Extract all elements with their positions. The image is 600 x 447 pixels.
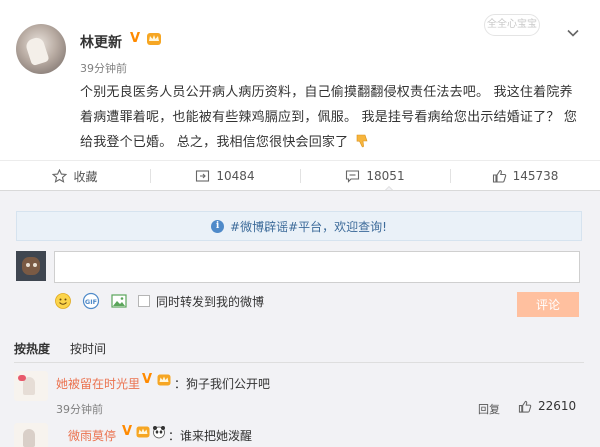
repost-button[interactable]: 10484 xyxy=(150,161,300,191)
post-text: 个别无良医务人员公开病人病历资料，自己偷摸翻翻侵权责任法去吧。 我这住着院养着病… xyxy=(80,80,580,155)
panda-badge-icon xyxy=(153,426,165,439)
gif-icon[interactable]: GIF xyxy=(82,292,100,310)
comment-text: ：狗子我们公开吧 xyxy=(174,377,271,391)
divider xyxy=(14,362,584,363)
thumbs-down-emoji-icon xyxy=(356,134,368,148)
reply-button[interactable]: 回复 xyxy=(478,401,500,417)
comment-like-button[interactable]: 22610 xyxy=(518,399,576,413)
comment-like-count: 22610 xyxy=(538,399,577,413)
commenter-avatar[interactable] xyxy=(14,423,48,447)
chevron-down-icon[interactable] xyxy=(566,26,580,40)
sort-by-time-tab[interactable]: 按时间 xyxy=(70,340,106,357)
comment-button[interactable]: 18051 xyxy=(300,161,450,191)
post-action-bar: 收藏 10484 18051 145738 xyxy=(0,160,600,192)
forward-checkbox[interactable] xyxy=(138,295,150,307)
post-username[interactable]: 林更新 xyxy=(80,32,122,52)
repost-count: 10484 xyxy=(216,169,255,183)
my-avatar xyxy=(16,251,46,281)
thumbs-up-icon xyxy=(518,400,532,413)
notice-text: #微博辟谣#平台，欢迎查询! xyxy=(230,219,387,234)
comment-icon xyxy=(346,170,360,183)
weibo-post: 林更新 V 39分钟前 全全心宝宝 个别无良医务人员公开病人病历资料，自己偷摸翻… xyxy=(0,0,600,160)
repost-icon xyxy=(196,170,210,182)
verified-v-icon: V xyxy=(142,372,153,387)
submit-comment-button[interactable]: 评论 xyxy=(517,292,579,317)
like-button[interactable]: 145738 xyxy=(450,161,600,191)
sort-by-hot-tab[interactable]: 按热度 xyxy=(14,340,50,357)
commenter-name[interactable]: 微雨莫停 xyxy=(68,427,116,444)
image-icon[interactable] xyxy=(110,292,128,310)
svg-text:GIF: GIF xyxy=(85,298,97,306)
favorite-button[interactable]: 收藏 xyxy=(0,161,150,191)
post-time[interactable]: 39分钟前 xyxy=(80,60,127,76)
comment-time: 39分钟前 xyxy=(56,403,103,416)
comment-text: ：谁来把她泼醒 xyxy=(168,429,253,443)
comment-panel: i #微博辟谣#平台，欢迎查询! GIF 同时转发到我的微博 评论 按热度 按时… xyxy=(0,190,600,447)
verified-v-icon: V xyxy=(130,31,141,46)
commenter-name[interactable]: 她被留在时光里 xyxy=(56,375,140,392)
favorite-label: 收藏 xyxy=(73,169,98,184)
forward-label: 同时转发到我的微博 xyxy=(156,294,265,309)
rumor-notice-banner[interactable]: i #微博辟谣#平台，欢迎查询! xyxy=(16,211,582,241)
like-count: 145738 xyxy=(512,169,559,183)
comment-toolbar: GIF 同时转发到我的微博 xyxy=(54,291,264,311)
vip-crown-icon xyxy=(147,33,161,45)
user-avatar[interactable] xyxy=(16,24,66,74)
thumbs-up-icon xyxy=(492,169,506,183)
vip-crown-icon xyxy=(157,374,171,386)
watermark-logo: 全全心宝宝 xyxy=(484,14,540,36)
comment-input[interactable] xyxy=(54,251,580,283)
commenter-avatar[interactable] xyxy=(14,371,48,401)
star-icon xyxy=(52,169,68,183)
verified-v-icon: V xyxy=(122,424,133,439)
vip-crown-icon xyxy=(136,426,150,438)
info-icon: i xyxy=(211,219,225,233)
emoji-icon[interactable] xyxy=(54,292,72,310)
post-body: 个别无良医务人员公开病人病历资料，自己偷摸翻翻侵权责任法去吧。 我这住着院养着病… xyxy=(80,85,578,150)
comment-count: 18051 xyxy=(366,169,405,183)
